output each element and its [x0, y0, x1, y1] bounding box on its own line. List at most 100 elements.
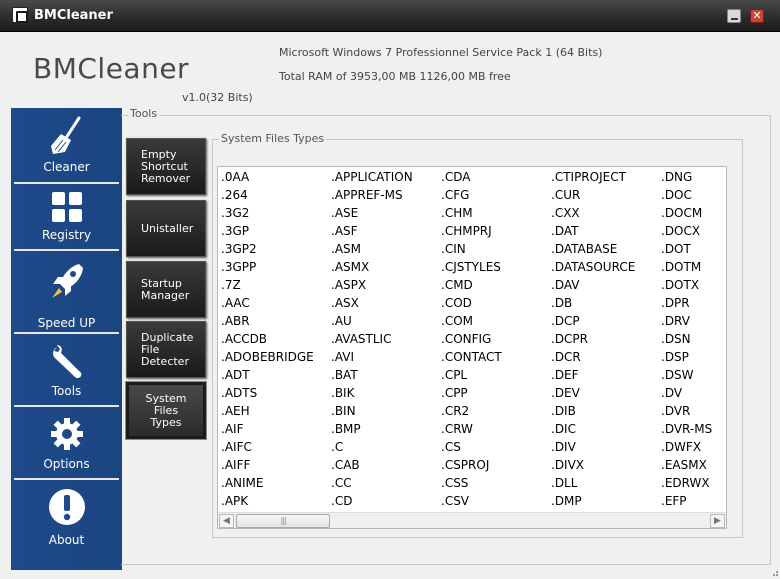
list-item[interactable]: .APPLICATION	[331, 168, 413, 186]
startup-manager-button[interactable]: Startup Manager	[126, 261, 206, 318]
list-item[interactable]: .AAC	[221, 294, 314, 312]
list-item[interactable]: .DSN	[661, 330, 712, 348]
list-item[interactable]: .DLL	[551, 474, 635, 492]
list-item[interactable]: .CSS	[441, 474, 502, 492]
list-item[interactable]: .CSV	[441, 492, 502, 510]
list-item[interactable]: .DNG	[661, 168, 712, 186]
list-item[interactable]: .APPREF-MS	[331, 186, 413, 204]
list-item[interactable]: .DOCX	[661, 222, 712, 240]
list-item[interactable]: .AIFF	[221, 456, 314, 474]
sidebar-item-tools[interactable]: Tools	[11, 335, 122, 405]
sidebar-item-cleaner[interactable]: Cleaner	[11, 108, 122, 182]
horizontal-scrollbar[interactable]: ◀ ||| ▶	[218, 512, 726, 528]
list-item[interactable]: .3GPP	[221, 258, 314, 276]
list-item[interactable]: .DAV	[551, 276, 635, 294]
duplicate-file-detecter-button[interactable]: Duplicate File Detecter	[126, 321, 206, 378]
list-item[interactable]: .ASPX	[331, 276, 413, 294]
list-item[interactable]: .COM	[441, 312, 502, 330]
sidebar-item-options[interactable]: Options	[11, 408, 122, 478]
list-item[interactable]: .CHMPRJ	[441, 222, 502, 240]
list-item[interactable]: .CDA	[441, 168, 502, 186]
empty-shortcut-remover-button[interactable]: Empty Shortcut Remover	[126, 138, 206, 195]
list-item[interactable]: .DIVX	[551, 456, 635, 474]
list-item[interactable]: .DEV	[551, 384, 635, 402]
list-item[interactable]: .ASMX	[331, 258, 413, 276]
list-item[interactable]: .CS	[441, 438, 502, 456]
minimize-button[interactable]	[727, 9, 741, 23]
list-item[interactable]: .ASF	[331, 222, 413, 240]
list-item[interactable]: .DIB	[551, 402, 635, 420]
list-item[interactable]: .3GP	[221, 222, 314, 240]
list-item[interactable]: .CPP	[441, 384, 502, 402]
list-item[interactable]: .DIV	[551, 438, 635, 456]
system-files-types-button[interactable]: System Files Types	[126, 382, 206, 439]
list-item[interactable]: .CUR	[551, 186, 635, 204]
list-item[interactable]: .DOCM	[661, 204, 712, 222]
list-item[interactable]: .CC	[331, 474, 413, 492]
sidebar-item-about[interactable]: About	[11, 481, 122, 561]
resize-grip[interactable]	[772, 570, 778, 576]
list-item[interactable]: .C	[331, 438, 413, 456]
list-item[interactable]: .BIK	[331, 384, 413, 402]
list-item[interactable]: .ASE	[331, 204, 413, 222]
list-item[interactable]: .CHM	[441, 204, 502, 222]
list-item[interactable]: .DSW	[661, 366, 712, 384]
list-item[interactable]: .CSPROJ	[441, 456, 502, 474]
list-item[interactable]: .7Z	[221, 276, 314, 294]
list-item[interactable]: .ADOBEBRIDGE	[221, 348, 314, 366]
list-item[interactable]: .ASX	[331, 294, 413, 312]
uninstaller-button[interactable]: Unistaller	[126, 200, 206, 257]
list-item[interactable]: .DIC	[551, 420, 635, 438]
list-item[interactable]: .DATASOURCE	[551, 258, 635, 276]
list-item[interactable]: .264	[221, 186, 314, 204]
list-item[interactable]: .EDRWX	[661, 474, 712, 492]
list-item[interactable]: .ADTS	[221, 384, 314, 402]
list-item[interactable]: .BIN	[331, 402, 413, 420]
sidebar-item-registry[interactable]: Registry	[11, 185, 122, 251]
list-item[interactable]: .DVR	[661, 402, 712, 420]
list-item[interactable]: .DWFX	[661, 438, 712, 456]
list-item[interactable]: .DAT	[551, 222, 635, 240]
list-item[interactable]: .CXX	[551, 204, 635, 222]
list-item[interactable]: .DCP	[551, 312, 635, 330]
list-item[interactable]: .ANIME	[221, 474, 314, 492]
close-button[interactable]: ✕	[750, 9, 764, 23]
list-item[interactable]: .BAT	[331, 366, 413, 384]
list-item[interactable]: .CMD	[441, 276, 502, 294]
scroll-right-button[interactable]: ▶	[710, 514, 725, 528]
list-item[interactable]: .CAB	[331, 456, 413, 474]
list-item[interactable]: .APK	[221, 492, 314, 510]
list-item[interactable]: .DATABASE	[551, 240, 635, 258]
list-item[interactable]: .DEF	[551, 366, 635, 384]
list-item[interactable]: .DVR-MS	[661, 420, 712, 438]
list-item[interactable]: .COD	[441, 294, 502, 312]
list-item[interactable]: .EFP	[661, 492, 712, 510]
list-item[interactable]: .AIFC	[221, 438, 314, 456]
list-item[interactable]: .3GP2	[221, 240, 314, 258]
list-item[interactable]: .DB	[551, 294, 635, 312]
list-item[interactable]: .ABR	[221, 312, 314, 330]
list-item[interactable]: .CIN	[441, 240, 502, 258]
list-item[interactable]: .CTIPROJECT	[551, 168, 635, 186]
list-item[interactable]: .CFG	[441, 186, 502, 204]
list-item[interactable]: .3G2	[221, 204, 314, 222]
file-types-list[interactable]: .0AA .264.3G2.3GP .3GP2.3GPP .7Z .AAC .ABR .AC…	[217, 166, 727, 529]
list-item[interactable]: .ASM	[331, 240, 413, 258]
list-item[interactable]: .DV	[661, 384, 712, 402]
list-item[interactable]: .DCPR	[551, 330, 635, 348]
list-item[interactable]: .DCR	[551, 348, 635, 366]
list-item[interactable]: .BMP	[331, 420, 413, 438]
list-item[interactable]: .AU	[331, 312, 413, 330]
list-item[interactable]: .DOTM	[661, 258, 712, 276]
list-item[interactable]: .CONFIG	[441, 330, 502, 348]
list-item[interactable]: .AVASTLIC	[331, 330, 413, 348]
list-item[interactable]: .0AA	[221, 168, 314, 186]
list-item[interactable]: .CONTACT	[441, 348, 502, 366]
list-item[interactable]: .CRW	[441, 420, 502, 438]
scroll-left-button[interactable]: ◀	[219, 514, 234, 528]
list-item[interactable]: .DSP	[661, 348, 712, 366]
list-item[interactable]: .DOC	[661, 186, 712, 204]
list-item[interactable]: .AVI	[331, 348, 413, 366]
list-item[interactable]: .DOT	[661, 240, 712, 258]
list-item[interactable]: .ACCDB	[221, 330, 314, 348]
